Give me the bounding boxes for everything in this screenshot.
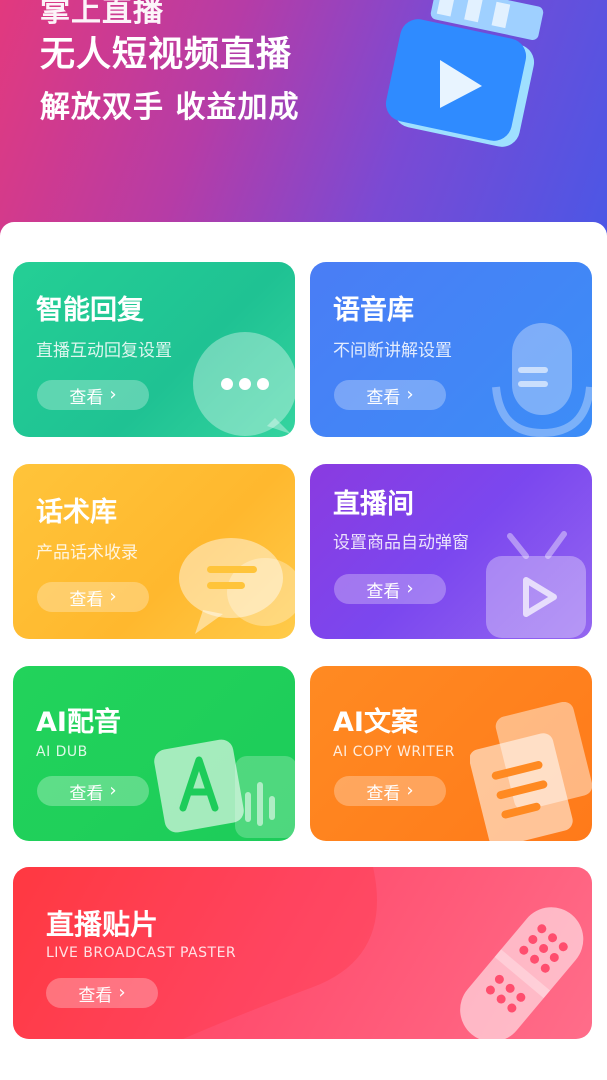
- feature-panel: 智能回复 直播互动回复设置 查看 › 语音库 不间断讲解设置 查看 › 话术库 …: [0, 222, 607, 1080]
- card-subtitle: AI DUB: [36, 744, 88, 760]
- card-title: 话术库: [36, 497, 117, 528]
- chevron-right-icon: ›: [406, 384, 414, 405]
- card-subtitle: 直播互动回复设置: [36, 341, 172, 361]
- view-button[interactable]: 查看 ›: [46, 978, 158, 1008]
- view-button-label: 查看: [69, 387, 104, 408]
- view-button-label: 查看: [78, 985, 113, 1006]
- view-button[interactable]: 查看 ›: [334, 380, 446, 410]
- view-button-label: 查看: [366, 387, 401, 408]
- card-live-room[interactable]: 直播间 设置商品自动弹窗 查看 ›: [310, 464, 592, 639]
- chevron-right-icon: ›: [109, 780, 117, 801]
- message-bubbles-icon: [179, 538, 295, 634]
- card-subtitle: 产品话术收录: [36, 543, 138, 563]
- documents-icon: [470, 702, 592, 841]
- card-title: AI配音: [36, 707, 121, 738]
- view-button[interactable]: 查看 ›: [37, 380, 149, 410]
- chat-bubble-icon: [193, 332, 295, 436]
- hero-title: 无人短视频直播: [40, 35, 293, 75]
- card-ai-copywriter[interactable]: AI文案 AI COPY WRITER 查看 ›: [310, 666, 592, 841]
- card-title: 智能回复: [36, 295, 144, 326]
- chevron-right-icon: ›: [109, 586, 117, 607]
- view-button-label: 查看: [69, 589, 104, 610]
- hero-slogan: 解放双手 收益加成: [40, 90, 300, 125]
- view-button-label: 查看: [69, 783, 104, 804]
- hero-banner: 掌上直播 无人短视频直播 解放双手 收益加成: [0, 0, 607, 250]
- video-play-icon: [385, 0, 544, 147]
- card-title: AI文案: [333, 707, 418, 738]
- chevron-right-icon: ›: [109, 384, 117, 405]
- chevron-right-icon: ›: [406, 578, 414, 599]
- chevron-right-icon: ›: [118, 982, 126, 1003]
- card-subtitle: 设置商品自动弹窗: [333, 533, 469, 553]
- card-subtitle: AI COPY WRITER: [333, 744, 455, 760]
- card-live-broadcast-paster[interactable]: 直播贴片 LIVE BROADCAST PASTER 查看 ›: [13, 867, 592, 1039]
- view-button[interactable]: 查看 ›: [37, 776, 149, 806]
- card-ai-dub[interactable]: AI配音 AI DUB 查看 ›: [13, 666, 295, 841]
- view-button-label: 查看: [366, 581, 401, 602]
- microphone-icon: [492, 323, 592, 437]
- view-button-label: 查看: [366, 783, 401, 804]
- card-title: 语音库: [333, 295, 414, 326]
- view-button[interactable]: 查看 ›: [37, 582, 149, 612]
- card-script-library[interactable]: 话术库 产品话术收录 查看 ›: [13, 464, 295, 639]
- chevron-right-icon: ›: [406, 780, 414, 801]
- card-title: 直播贴片: [46, 908, 159, 941]
- tv-play-icon: [486, 531, 586, 638]
- view-button[interactable]: 查看 ›: [334, 776, 446, 806]
- view-button[interactable]: 查看 ›: [334, 574, 446, 604]
- card-voice-library[interactable]: 语音库 不间断讲解设置 查看 ›: [310, 262, 592, 437]
- bandage-patch-icon: [460, 907, 584, 1039]
- card-title: 直播间: [333, 489, 414, 520]
- card-subtitle: LIVE BROADCAST PASTER: [46, 945, 237, 961]
- card-subtitle: 不间断讲解设置: [333, 341, 452, 361]
- card-smart-reply[interactable]: 智能回复 直播互动回复设置 查看 ›: [13, 262, 295, 437]
- letter-a-icon: [154, 739, 295, 838]
